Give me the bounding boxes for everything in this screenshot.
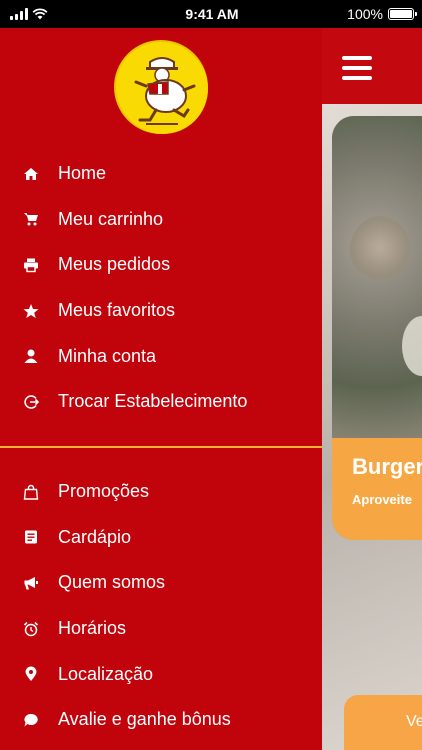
menu-item-label: Meus pedidos — [58, 254, 171, 275]
status-left — [10, 8, 100, 20]
location-pin-icon — [22, 665, 40, 683]
menu-item-cart[interactable]: Meu carrinho — [0, 197, 322, 243]
menu-item-label: Promoções — [58, 481, 150, 502]
menu-item-menu[interactable]: Cardápio — [0, 515, 322, 561]
status-time: 9:41 AM — [185, 6, 239, 22]
menu-divider — [0, 446, 322, 448]
menu-item-hours[interactable]: Horários — [0, 606, 322, 652]
menu-item-label: Horários — [58, 618, 127, 639]
menu-item-review-bonus[interactable]: Avalie e ganhe bônus — [0, 697, 322, 743]
menu-item-account[interactable]: Minha conta — [0, 333, 322, 379]
menu-card-icon — [22, 528, 40, 546]
status-right: 100% — [324, 6, 417, 22]
menu-item-location[interactable]: Localização — [0, 651, 322, 697]
menu-item-label: Localização — [58, 663, 154, 684]
menu-item-label: Meus favoritos — [58, 300, 176, 321]
menu-item-favorites[interactable]: Meus favoritos — [0, 288, 322, 334]
promo-title: Burger — [352, 454, 422, 479]
alarm-clock-icon — [22, 620, 40, 638]
promo-image — [332, 116, 422, 438]
user-icon — [22, 347, 40, 365]
menu-item-promotions[interactable]: Promoções — [0, 469, 322, 515]
menu-item-label: Trocar Estabelecimento — [58, 391, 248, 412]
mascot-logo-icon — [118, 44, 208, 134]
menu-item-label: Minha conta — [58, 345, 157, 366]
promo-info: Burger Aproveite — [332, 438, 422, 540]
wifi-icon — [32, 8, 48, 20]
hamburger-menu-icon[interactable] — [342, 56, 372, 80]
home-icon — [22, 165, 40, 183]
menu-item-label: Cardápio — [58, 526, 132, 547]
menu-item-label: Home — [58, 163, 107, 184]
menu-item-label: Meu carrinho — [58, 208, 164, 229]
menu-item-home[interactable]: Home — [0, 151, 322, 197]
star-icon — [22, 302, 40, 320]
switch-icon — [22, 393, 40, 411]
background-screen: Burger Aproveite Ve — [322, 28, 422, 750]
navigation-drawer: Home Meu carrinho Meus pedidos Meus favo… — [0, 28, 322, 750]
menu-item-label: Quem somos — [58, 572, 166, 593]
app-header — [322, 28, 422, 104]
menu-item-about[interactable]: Quem somos — [0, 560, 322, 606]
secondary-menu: Promoções Cardápio Quem somos Horários L… — [0, 469, 322, 743]
status-bar: 9:41 AM 100% — [0, 0, 422, 28]
chat-bubble-icon — [22, 711, 40, 729]
brand-logo — [114, 40, 208, 134]
menu-item-orders[interactable]: Meus pedidos — [0, 242, 322, 288]
megaphone-icon — [22, 574, 40, 592]
promo-card[interactable]: Burger Aproveite — [332, 116, 422, 540]
battery-percent: 100% — [347, 6, 383, 22]
bottom-action-button[interactable]: Ve — [344, 695, 422, 750]
signal-icon — [10, 8, 28, 20]
cart-icon — [22, 210, 40, 228]
primary-menu: Home Meu carrinho Meus pedidos Meus favo… — [0, 151, 322, 425]
printer-icon — [22, 256, 40, 274]
menu-item-switch-establishment[interactable]: Trocar Estabelecimento — [0, 379, 322, 425]
promo-subtitle: Aproveite — [352, 492, 412, 507]
battery-icon — [387, 8, 417, 20]
menu-item-label: Avalie e ganhe bônus — [58, 709, 231, 730]
shopping-bag-icon — [22, 483, 40, 501]
